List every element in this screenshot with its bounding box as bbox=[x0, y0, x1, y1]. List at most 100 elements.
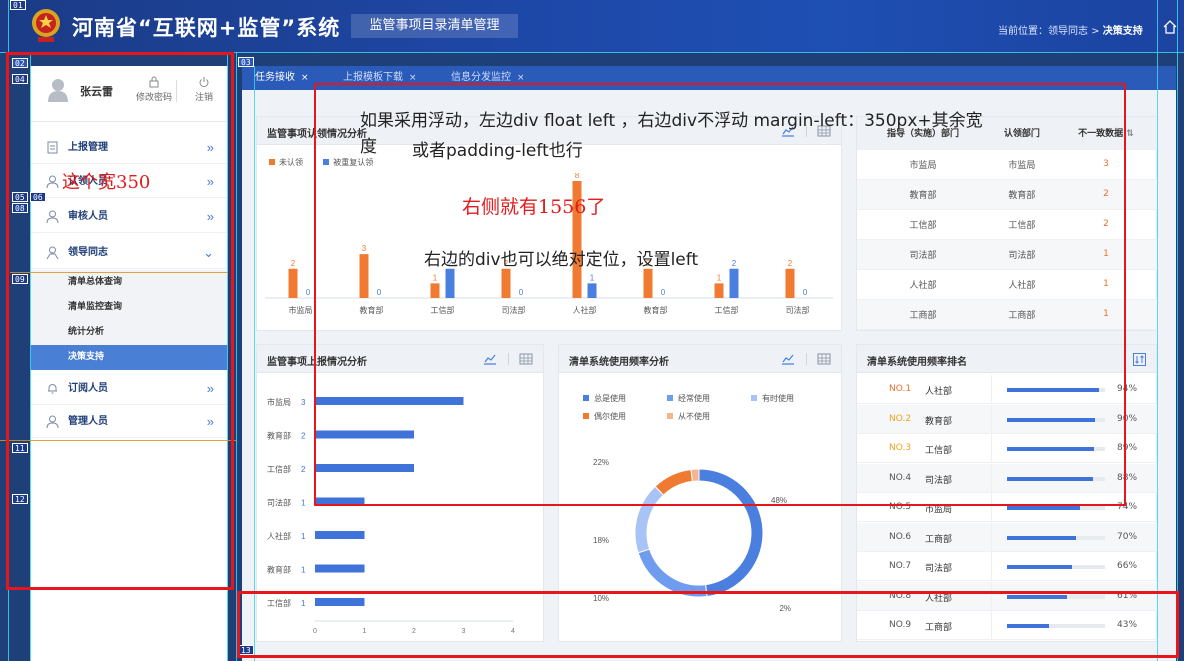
bar[interactable] bbox=[288, 268, 298, 298]
progress-fill bbox=[1007, 417, 1096, 422]
table-row[interactable]: 司法部 司法部 1 bbox=[857, 239, 1157, 270]
list-item[interactable]: NO.1 人社部 94% bbox=[857, 375, 1157, 404]
bar[interactable] bbox=[430, 283, 440, 298]
pie-slice[interactable] bbox=[698, 468, 764, 598]
power-icon bbox=[199, 77, 209, 88]
annotation-absolute-note: 右边的div也可以绝对定位，设置left bbox=[424, 250, 699, 270]
sidebar-item-review-staff[interactable]: 审核人员 » bbox=[30, 201, 228, 233]
progress-track bbox=[1007, 506, 1105, 510]
bar[interactable] bbox=[315, 464, 414, 472]
layout-marker: 13 bbox=[238, 645, 254, 655]
list-item[interactable]: NO.5 市监局 74% bbox=[857, 493, 1157, 522]
pie-slice[interactable] bbox=[637, 548, 708, 598]
logout-button[interactable]: 注销 bbox=[184, 76, 224, 103]
bar[interactable] bbox=[501, 268, 511, 298]
home-icon[interactable] bbox=[1163, 20, 1177, 34]
close-icon[interactable]: × bbox=[301, 73, 309, 83]
sub-item-overall-query[interactable]: 清单总体查询 bbox=[30, 270, 228, 295]
legend-label: 经常使用 bbox=[678, 394, 710, 403]
bar[interactable] bbox=[315, 397, 464, 405]
tick-label: 市监局 bbox=[267, 397, 291, 407]
sidebar-item-subscribers[interactable]: 订阅人员 » bbox=[30, 373, 228, 405]
tab-template-download[interactable]: 上报模板下载 × bbox=[343, 66, 417, 90]
legend-label: 总是使用 bbox=[594, 394, 626, 403]
rank-dept: 人社部 bbox=[925, 387, 953, 397]
breadcrumb-current[interactable]: 决策支持 bbox=[1103, 26, 1143, 37]
tab-dispatch-monitor[interactable]: 信息分发监控 × bbox=[451, 66, 525, 90]
double-chevron-right-icon: » bbox=[206, 174, 214, 189]
bar[interactable] bbox=[315, 430, 414, 439]
guide-line bbox=[1177, 0, 1178, 661]
sub-item-decision-support[interactable]: 决策支持 bbox=[30, 345, 228, 370]
legend-label: 偶尔使用 bbox=[594, 412, 626, 421]
bar[interactable] bbox=[315, 564, 365, 573]
pie-slice[interactable] bbox=[690, 468, 700, 482]
pie-slice[interactable] bbox=[634, 485, 665, 554]
list-item[interactable]: NO.8 人社部 61% bbox=[857, 581, 1157, 611]
bar[interactable] bbox=[359, 254, 369, 298]
list-item[interactable]: NO.4 司法部 88% bbox=[857, 463, 1157, 493]
module-title[interactable]: 监管事项目录清单管理 bbox=[351, 14, 518, 38]
table-row[interactable]: 工信部 工信部 2 bbox=[857, 209, 1157, 240]
bar[interactable] bbox=[587, 283, 597, 298]
sidebar-item-leaders[interactable]: 领导同志 ⌄ bbox=[30, 237, 228, 269]
bar[interactable] bbox=[785, 268, 795, 298]
table-view-icon[interactable] bbox=[817, 353, 831, 365]
data-label: 2 bbox=[788, 259, 793, 268]
rank-percent: 61% bbox=[1117, 590, 1138, 601]
list-item[interactable]: NO.2 教育部 90% bbox=[857, 404, 1157, 434]
layout-marker: 04 bbox=[12, 74, 28, 84]
tab-task-receive[interactable]: 任务接收 × bbox=[255, 66, 309, 90]
sidebar-item-label: 审核人员 bbox=[68, 211, 108, 222]
bar[interactable] bbox=[315, 598, 365, 606]
table-row[interactable]: 工商部 工商部 1 bbox=[857, 299, 1157, 330]
table-row[interactable]: 教育部 教育部 2 bbox=[857, 179, 1157, 210]
change-password-button[interactable]: 修改密码 bbox=[134, 76, 174, 103]
pie-slice[interactable] bbox=[654, 468, 694, 496]
close-icon[interactable]: × bbox=[409, 73, 417, 83]
claim-legend: 未认领 被重复认领 bbox=[269, 157, 373, 168]
rank-percent: 90% bbox=[1117, 413, 1138, 424]
tick-label: 工信部 bbox=[267, 464, 291, 474]
data-label: 3 bbox=[301, 398, 306, 407]
rank-percent: 89% bbox=[1117, 443, 1138, 453]
bar[interactable] bbox=[445, 268, 455, 298]
table-cell: 工信部 bbox=[988, 209, 1055, 240]
list-item[interactable]: NO.9 工商部 43% bbox=[857, 611, 1157, 640]
data-label: 1 bbox=[301, 599, 306, 608]
sort-icon[interactable]: ⇅ bbox=[1126, 129, 1134, 139]
usage-ranking-panel: 清单系统使用频率排名 NO.1 人社部 94% NO.2 教育部 90% NO.3 工信部 89… bbox=[856, 344, 1157, 642]
tick-label: 市监局 bbox=[289, 305, 313, 315]
sort-icon[interactable] bbox=[1133, 353, 1146, 366]
column-header[interactable]: 不一致数据 ⇅ bbox=[1054, 117, 1157, 150]
bar[interactable] bbox=[315, 497, 365, 506]
list-item[interactable]: NO.3 工信部 89% bbox=[857, 434, 1157, 463]
bar[interactable] bbox=[643, 268, 653, 298]
line-chart-icon[interactable] bbox=[483, 353, 497, 365]
table-cell: 3 bbox=[1054, 149, 1157, 180]
list-item[interactable]: NO.6 工商部 70% bbox=[857, 522, 1157, 552]
tick-label: 司法部 bbox=[786, 305, 810, 315]
annotation-float-note: 如果采用浮动，左边div float left ，右边div不浮动 margin… bbox=[360, 111, 983, 131]
sub-item-monitor-query[interactable]: 清单监控查询 bbox=[30, 295, 228, 320]
table-row[interactable]: 市监局 市监局 3 bbox=[857, 149, 1157, 180]
sub-item-statistics[interactable]: 统计分析 bbox=[30, 320, 228, 345]
bar[interactable] bbox=[729, 268, 739, 298]
panel-tools bbox=[781, 353, 833, 365]
list-item[interactable]: NO.7 司法部 66% bbox=[857, 552, 1157, 581]
data-label: 22% bbox=[593, 458, 609, 467]
bar[interactable] bbox=[315, 531, 365, 539]
sidebar-item-report-mgmt[interactable]: 上报管理 » bbox=[30, 132, 228, 164]
data-label: 18% bbox=[593, 536, 609, 545]
rank-percent: 70% bbox=[1117, 531, 1138, 542]
sidebar-item-admins[interactable]: 管理人员 » bbox=[30, 406, 228, 438]
bar[interactable] bbox=[714, 283, 724, 298]
close-icon[interactable]: × bbox=[517, 73, 525, 83]
double-chevron-right-icon: » bbox=[206, 140, 214, 155]
report-analysis-panel: 监管事项上报情况分析 0 1 2 3 4 市监局 3 教育部 2 工信部 2 司法部 1 人社部 1 教育部 1… bbox=[256, 344, 544, 642]
usage-frequency-panel: 清单系统使用频率分析 总是使用 经常使用 有时使用 偶尔使用 从不使用 48% 2… bbox=[558, 344, 842, 642]
data-label: 1 bbox=[590, 273, 595, 282]
line-chart-icon[interactable] bbox=[781, 353, 795, 365]
table-row[interactable]: 人社部 人社部 1 bbox=[857, 269, 1157, 300]
table-view-icon[interactable] bbox=[519, 353, 533, 365]
